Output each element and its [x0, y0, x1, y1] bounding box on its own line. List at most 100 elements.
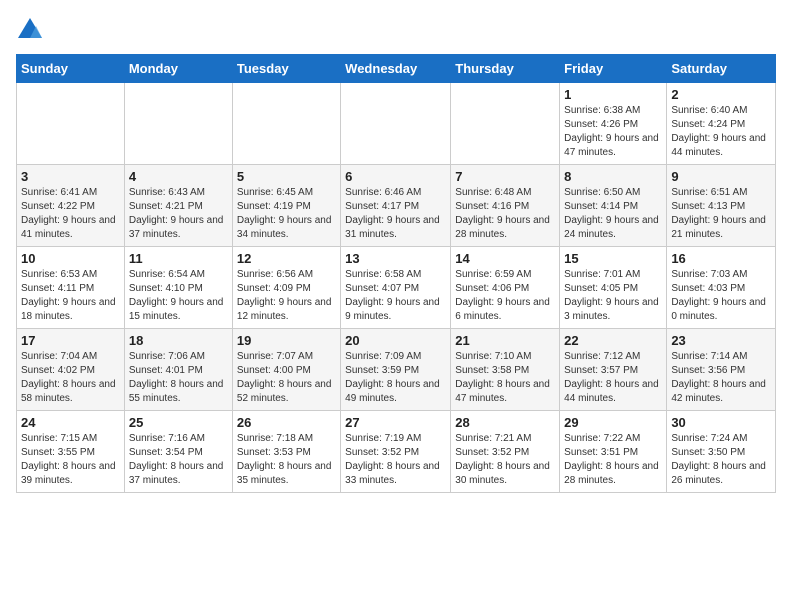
- day-number: 21: [455, 333, 555, 348]
- day-number: 26: [237, 415, 336, 430]
- day-header-tuesday: Tuesday: [232, 55, 340, 83]
- day-number: 13: [345, 251, 446, 266]
- day-number: 19: [237, 333, 336, 348]
- calendar-cell: 2 Sunrise: 6:40 AM Sunset: 4:24 PM Daylig…: [667, 83, 776, 165]
- calendar-cell: 5 Sunrise: 6:45 AM Sunset: 4:19 PM Daylig…: [232, 165, 340, 247]
- day-info: Sunrise: 6:45 AM Sunset: 4:19 PM Dayligh…: [237, 186, 336, 242]
- day-info: Sunrise: 6:46 AM Sunset: 4:17 PM Dayligh…: [345, 186, 446, 242]
- calendar-cell: 27Sunrise: 7:19 AM Sunset: 3:52 PM Dayli…: [341, 411, 451, 493]
- calendar-cell: 25Sunrise: 7:16 AM Sunset: 3:54 PM Dayli…: [124, 411, 232, 493]
- day-info: Sunrise: 7:06 AM Sunset: 4:01 PM Dayligh…: [129, 350, 228, 406]
- calendar-cell: 22 Sunrise: 7:12 AM Sunset: 3:57 PM Dayli…: [560, 329, 667, 411]
- day-info: Sunrise: 7:07 AM Sunset: 4:00 PM Dayligh…: [237, 350, 336, 406]
- header: [16, 16, 776, 44]
- day-info: Sunrise: 7:01 AM Sunset: 4:05 PM Dayligh…: [564, 268, 662, 324]
- calendar-header-row: SundayMondayTuesdayWednesdayThursdayFrid…: [17, 55, 776, 83]
- day-number: 7: [455, 169, 555, 184]
- day-header-sunday: Sunday: [17, 55, 125, 83]
- calendar-cell: 28Sunrise: 7:21 AM Sunset: 3:52 PM Dayli…: [451, 411, 560, 493]
- day-info: Sunrise: 7:04 AM Sunset: 4:02 PM Dayligh…: [21, 350, 120, 406]
- day-number: 30: [671, 415, 771, 430]
- day-number: 9: [671, 169, 771, 184]
- day-info: Sunrise: 6:59 AM Sunset: 4:06 PM Dayligh…: [455, 268, 555, 324]
- calendar-week-1: 1Sunrise: 6:38 AM Sunset: 4:26 PM Daylig…: [17, 83, 776, 165]
- calendar-cell: 7 Sunrise: 6:48 AM Sunset: 4:16 PM Daylig…: [451, 165, 560, 247]
- day-info: Sunrise: 6:56 AM Sunset: 4:09 PM Dayligh…: [237, 268, 336, 324]
- calendar-cell: 1Sunrise: 6:38 AM Sunset: 4:26 PM Daylig…: [560, 83, 667, 165]
- day-info: Sunrise: 6:50 AM Sunset: 4:14 PM Dayligh…: [564, 186, 662, 242]
- day-number: 23: [671, 333, 771, 348]
- calendar-cell: 18 Sunrise: 7:06 AM Sunset: 4:01 PM Dayli…: [124, 329, 232, 411]
- calendar-cell: 10Sunrise: 6:53 AM Sunset: 4:11 PM Dayli…: [17, 247, 125, 329]
- day-number: 28: [455, 415, 555, 430]
- calendar-cell: 17 Sunrise: 7:04 AM Sunset: 4:02 PM Dayli…: [17, 329, 125, 411]
- day-header-saturday: Saturday: [667, 55, 776, 83]
- calendar-cell: 20 Sunrise: 7:09 AM Sunset: 3:59 PM Dayli…: [341, 329, 451, 411]
- calendar-cell: 21 Sunrise: 7:10 AM Sunset: 3:58 PM Dayli…: [451, 329, 560, 411]
- calendar-cell: 15 Sunrise: 7:01 AM Sunset: 4:05 PM Dayli…: [560, 247, 667, 329]
- day-info: Sunrise: 7:22 AM Sunset: 3:51 PM Dayligh…: [564, 432, 662, 488]
- day-number: 5: [237, 169, 336, 184]
- calendar-cell: 13 Sunrise: 6:58 AM Sunset: 4:07 PM Dayli…: [341, 247, 451, 329]
- calendar-cell: 16Sunrise: 7:03 AM Sunset: 4:03 PM Dayli…: [667, 247, 776, 329]
- day-info: Sunrise: 7:09 AM Sunset: 3:59 PM Dayligh…: [345, 350, 446, 406]
- day-info: Sunrise: 6:48 AM Sunset: 4:16 PM Dayligh…: [455, 186, 555, 242]
- day-info: Sunrise: 7:24 AM Sunset: 3:50 PM Dayligh…: [671, 432, 771, 488]
- calendar-cell: 30 Sunrise: 7:24 AM Sunset: 3:50 PM Dayli…: [667, 411, 776, 493]
- calendar-cell: 4 Sunrise: 6:43 AM Sunset: 4:21 PM Daylig…: [124, 165, 232, 247]
- day-info: Sunrise: 6:40 AM Sunset: 4:24 PM Dayligh…: [671, 104, 771, 160]
- day-info: Sunrise: 6:58 AM Sunset: 4:07 PM Dayligh…: [345, 268, 446, 324]
- calendar-cell: 19 Sunrise: 7:07 AM Sunset: 4:00 PM Dayli…: [232, 329, 340, 411]
- calendar-week-4: 17 Sunrise: 7:04 AM Sunset: 4:02 PM Dayli…: [17, 329, 776, 411]
- calendar: SundayMondayTuesdayWednesdayThursdayFrid…: [16, 54, 776, 493]
- day-info: Sunrise: 6:54 AM Sunset: 4:10 PM Dayligh…: [129, 268, 228, 324]
- calendar-cell: 8 Sunrise: 6:50 AM Sunset: 4:14 PM Daylig…: [560, 165, 667, 247]
- day-info: Sunrise: 7:18 AM Sunset: 3:53 PM Dayligh…: [237, 432, 336, 488]
- calendar-cell: 23 Sunrise: 7:14 AM Sunset: 3:56 PM Dayli…: [667, 329, 776, 411]
- day-number: 17: [21, 333, 120, 348]
- day-number: 18: [129, 333, 228, 348]
- day-header-monday: Monday: [124, 55, 232, 83]
- day-number: 1: [564, 87, 662, 102]
- day-number: 27: [345, 415, 446, 430]
- day-info: Sunrise: 7:15 AM Sunset: 3:55 PM Dayligh…: [21, 432, 120, 488]
- day-header-wednesday: Wednesday: [341, 55, 451, 83]
- day-header-friday: Friday: [560, 55, 667, 83]
- day-number: 15: [564, 251, 662, 266]
- day-number: 20: [345, 333, 446, 348]
- day-header-thursday: Thursday: [451, 55, 560, 83]
- calendar-cell: 6 Sunrise: 6:46 AM Sunset: 4:17 PM Daylig…: [341, 165, 451, 247]
- day-number: 2: [671, 87, 771, 102]
- calendar-cell: [341, 83, 451, 165]
- day-number: 12: [237, 251, 336, 266]
- calendar-cell: [451, 83, 560, 165]
- calendar-cell: 11 Sunrise: 6:54 AM Sunset: 4:10 PM Dayli…: [124, 247, 232, 329]
- day-number: 29: [564, 415, 662, 430]
- calendar-cell: [232, 83, 340, 165]
- day-number: 3: [21, 169, 120, 184]
- calendar-week-2: 3 Sunrise: 6:41 AM Sunset: 4:22 PM Daylig…: [17, 165, 776, 247]
- day-info: Sunrise: 6:41 AM Sunset: 4:22 PM Dayligh…: [21, 186, 120, 242]
- day-number: 24: [21, 415, 120, 430]
- day-number: 6: [345, 169, 446, 184]
- day-number: 10: [21, 251, 120, 266]
- calendar-cell: [124, 83, 232, 165]
- day-info: Sunrise: 7:16 AM Sunset: 3:54 PM Dayligh…: [129, 432, 228, 488]
- day-info: Sunrise: 7:14 AM Sunset: 3:56 PM Dayligh…: [671, 350, 771, 406]
- calendar-cell: 12 Sunrise: 6:56 AM Sunset: 4:09 PM Dayli…: [232, 247, 340, 329]
- day-number: 22: [564, 333, 662, 348]
- day-info: Sunrise: 7:10 AM Sunset: 3:58 PM Dayligh…: [455, 350, 555, 406]
- calendar-cell: 26 Sunrise: 7:18 AM Sunset: 3:53 PM Dayli…: [232, 411, 340, 493]
- calendar-cell: 24 Sunrise: 7:15 AM Sunset: 3:55 PM Dayli…: [17, 411, 125, 493]
- calendar-week-5: 24 Sunrise: 7:15 AM Sunset: 3:55 PM Dayli…: [17, 411, 776, 493]
- day-number: 11: [129, 251, 228, 266]
- day-info: Sunrise: 7:12 AM Sunset: 3:57 PM Dayligh…: [564, 350, 662, 406]
- day-info: Sunrise: 6:51 AM Sunset: 4:13 PM Dayligh…: [671, 186, 771, 242]
- calendar-week-3: 10Sunrise: 6:53 AM Sunset: 4:11 PM Dayli…: [17, 247, 776, 329]
- day-number: 4: [129, 169, 228, 184]
- calendar-cell: 29 Sunrise: 7:22 AM Sunset: 3:51 PM Dayli…: [560, 411, 667, 493]
- day-number: 8: [564, 169, 662, 184]
- calendar-cell: 14Sunrise: 6:59 AM Sunset: 4:06 PM Dayli…: [451, 247, 560, 329]
- day-info: Sunrise: 6:43 AM Sunset: 4:21 PM Dayligh…: [129, 186, 228, 242]
- calendar-cell: 9 Sunrise: 6:51 AM Sunset: 4:13 PM Daylig…: [667, 165, 776, 247]
